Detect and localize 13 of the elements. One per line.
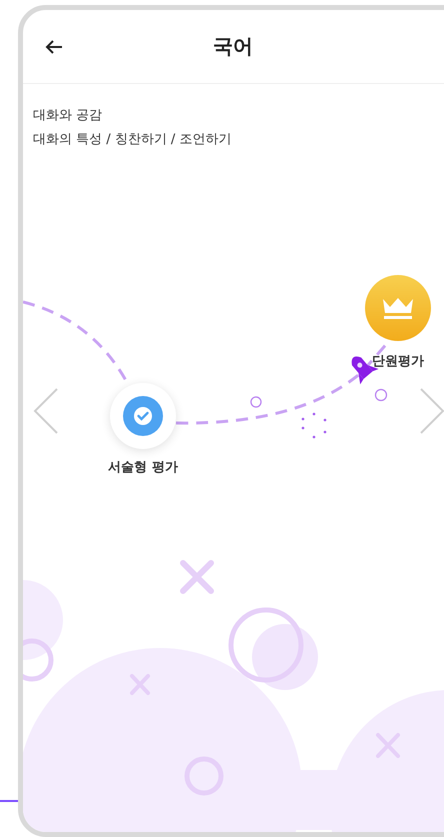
breadcrumb-text: 대화와 공감: [33, 107, 104, 124]
previous-button[interactable]: [33, 388, 59, 434]
next-button[interactable]: [419, 388, 444, 434]
node-label: 단원평가: [372, 353, 424, 370]
breadcrumb-text: 대화의 특성 / 칭찬하기 / 조언하기: [33, 131, 232, 148]
back-arrow-icon: [45, 38, 63, 54]
small-circle-icon: [250, 396, 262, 408]
page-title: 국어: [213, 33, 253, 60]
node-label: 서술형 평가: [108, 459, 178, 476]
check-icon: [123, 396, 163, 436]
small-circle-icon: [374, 388, 388, 402]
chevron-left-icon: [33, 388, 59, 434]
sparkle-dots-icon: [302, 412, 326, 438]
